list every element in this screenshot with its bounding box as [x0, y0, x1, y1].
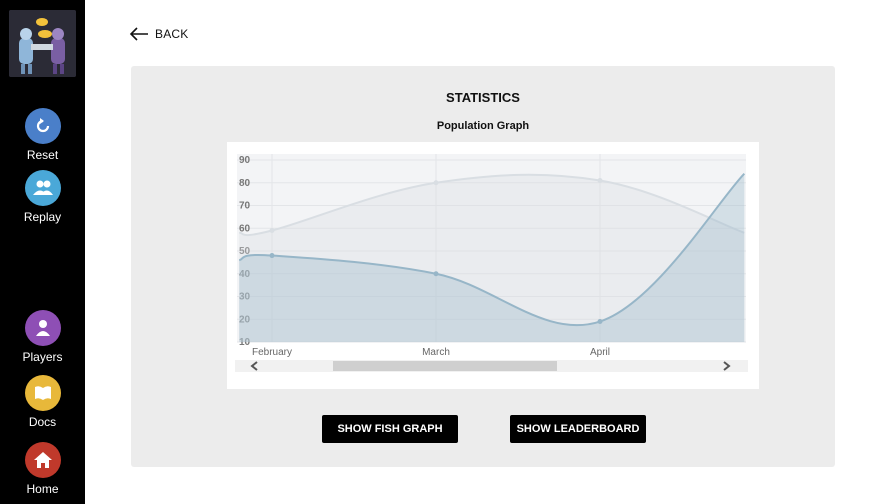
- reset-icon-circle: [24, 108, 61, 144]
- chart-scrollbar-thumb[interactable]: [333, 361, 557, 371]
- data-point[interactable]: [269, 253, 275, 259]
- user-icon: [35, 320, 50, 336]
- book-icon: [34, 386, 51, 400]
- show-fish-graph-button[interactable]: SHOW FISH GRAPH: [322, 415, 458, 443]
- home-icon: [33, 452, 52, 468]
- data-point[interactable]: [269, 228, 275, 234]
- reset-button[interactable]: Reset: [0, 108, 85, 162]
- app: Reset Replay Players Docs Home BACK STAT…: [0, 0, 891, 504]
- replay-icon-circle: [24, 170, 61, 206]
- home-button[interactable]: Home: [0, 442, 85, 496]
- y-tick-label: 70: [239, 201, 251, 212]
- show-leaderboard-button[interactable]: SHOW LEADERBOARD: [510, 415, 646, 443]
- x-tick-label: March: [422, 347, 450, 358]
- graph-title: Population Graph: [436, 120, 530, 132]
- replay-button[interactable]: Replay: [0, 170, 85, 224]
- players-button[interactable]: Players: [0, 310, 85, 364]
- data-point[interactable]: [433, 271, 439, 277]
- data-point[interactable]: [597, 319, 603, 325]
- page-title: STATISTICS: [446, 90, 520, 105]
- home-icon-circle: [24, 442, 61, 478]
- home-label: Home: [26, 482, 59, 496]
- docs-button[interactable]: Docs: [0, 375, 85, 429]
- x-tick-label: February: [252, 347, 292, 358]
- docs-label: Docs: [28, 415, 57, 429]
- x-tick-label: April: [590, 347, 610, 358]
- data-point[interactable]: [597, 177, 603, 183]
- y-tick-label: 90: [239, 155, 251, 166]
- arrow-left-icon: [129, 27, 148, 41]
- game-logo: [9, 10, 76, 77]
- players-label: Players: [22, 350, 63, 364]
- replay-label: Replay: [23, 210, 62, 224]
- players-icon-circle: [24, 310, 61, 346]
- population-chart: 10 20 30 40 50 60 70 80 90 February March April: [227, 142, 759, 389]
- docs-icon-circle: [24, 375, 61, 411]
- users-icon: [32, 180, 53, 195]
- data-point[interactable]: [433, 180, 439, 186]
- y-tick-label: 80: [239, 178, 251, 189]
- statistics-panel: STATISTICS Population Graph 10 20 30 40 50 60…: [131, 66, 835, 467]
- reset-label: Reset: [26, 148, 59, 162]
- back-button[interactable]: BACK: [129, 27, 188, 41]
- sidebar: Reset Replay Players Docs Home: [0, 0, 85, 504]
- back-label: BACK: [155, 27, 189, 41]
- refresh-icon: [36, 118, 49, 133]
- chart-svg: 102030405060708090February March April: [235, 154, 748, 372]
